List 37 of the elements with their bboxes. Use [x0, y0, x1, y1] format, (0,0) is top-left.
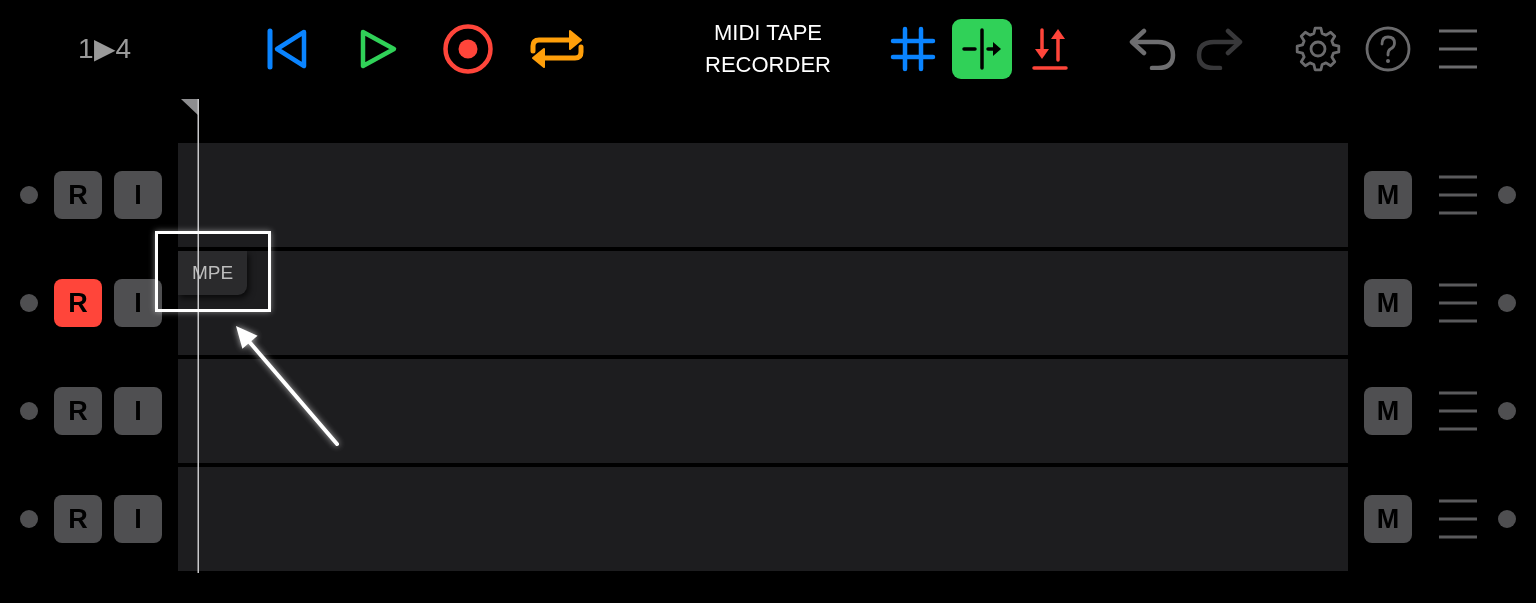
record-icon: [443, 23, 493, 74]
input-button[interactable]: I: [114, 387, 162, 435]
dot-icon: [20, 294, 38, 312]
mute-button[interactable]: M: [1364, 495, 1412, 543]
mute-button[interactable]: M: [1364, 171, 1412, 219]
input-button[interactable]: I: [114, 279, 162, 327]
skip-back-icon: [267, 27, 307, 70]
dot-icon: [20, 510, 38, 528]
play-icon: [358, 27, 398, 70]
dot-icon: [1498, 186, 1516, 204]
menu-icon: [1438, 28, 1478, 69]
record-arm-button[interactable]: R: [54, 495, 102, 543]
menu-icon[interactable]: [1438, 391, 1478, 431]
dot-icon: [1498, 294, 1516, 312]
grid-icon: [890, 25, 936, 72]
input-button[interactable]: I: [114, 171, 162, 219]
menu-icon[interactable]: [1438, 175, 1478, 215]
app-title: MIDI TAPE RECORDER: [704, 18, 832, 79]
input-button[interactable]: I: [114, 495, 162, 543]
settings-icon: [1295, 25, 1341, 72]
mute-button[interactable]: M: [1364, 279, 1412, 327]
menu-icon[interactable]: [1438, 499, 1478, 539]
redo-icon: [1196, 27, 1244, 70]
up-down-arrows-icon: [1032, 26, 1068, 71]
help-icon: [1365, 25, 1411, 72]
record-arm-button[interactable]: R: [54, 171, 102, 219]
bar-counter: 1▶4: [78, 34, 133, 63]
record-arm-button[interactable]: R: [54, 279, 102, 327]
dot-icon: [20, 186, 38, 204]
split-button[interactable]: [952, 18, 1012, 79]
dot-icon: [1498, 510, 1516, 528]
mute-button[interactable]: M: [1364, 387, 1412, 435]
dot-icon: [20, 402, 38, 420]
dot-icon: [1498, 402, 1516, 420]
undo-icon: [1128, 27, 1176, 70]
record-arm-button[interactable]: R: [54, 387, 102, 435]
menu-icon[interactable]: [1438, 283, 1478, 323]
